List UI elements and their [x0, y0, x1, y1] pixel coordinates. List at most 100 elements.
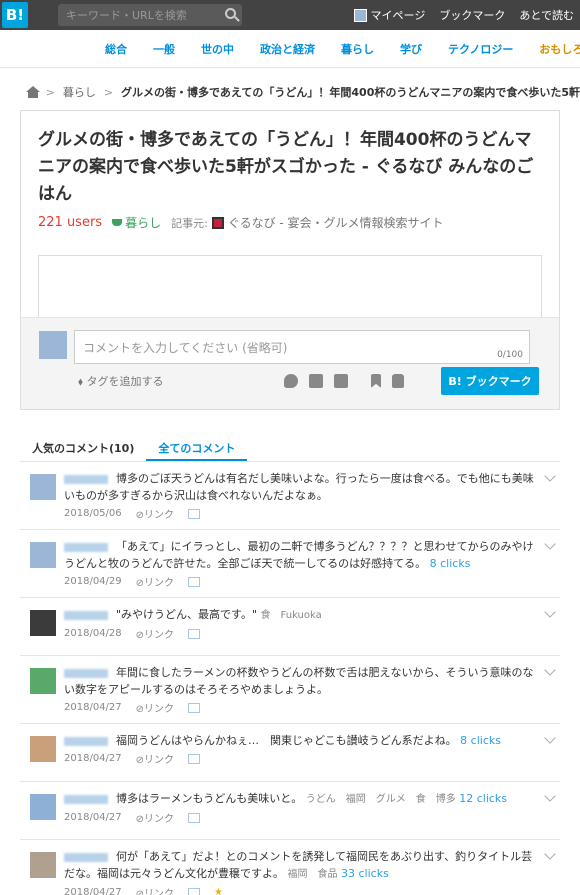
tweet-clicks[interactable]: 33 clicks [341, 867, 389, 880]
twitter-icon[interactable] [284, 374, 298, 388]
star-add-icon[interactable] [188, 753, 201, 764]
comment-link[interactable]: ⊘リンク [136, 885, 174, 895]
evernote-icon[interactable] [334, 374, 348, 388]
breadcrumb-category[interactable]: 暮らし [63, 84, 96, 100]
category-cup-icon [112, 219, 123, 226]
chevron-down-icon[interactable] [544, 470, 556, 482]
username-link[interactable] [64, 668, 108, 678]
breadcrumb: > 暮らし > グルメの街・博多であえての「うどん」！年間400杯のうどんマニア… [0, 74, 580, 110]
comment-tags[interactable]: うどん 福岡 グルメ 食 博多 [306, 794, 456, 805]
category-5[interactable]: 学び [400, 41, 422, 57]
comment-tags[interactable]: 食 Fukuoka [261, 610, 322, 621]
star-add-icon[interactable] [188, 702, 201, 713]
comment-date[interactable]: 2018/04/27 [64, 887, 122, 895]
comment-footer: 2018/04/27 ⊘リンク ★ [64, 885, 536, 895]
home-icon[interactable] [26, 86, 40, 98]
star-icon: ★ [214, 887, 223, 895]
chevron-down-icon[interactable] [544, 538, 556, 550]
char-counter: 0/100 [497, 350, 523, 360]
star-add-icon[interactable] [188, 812, 201, 823]
comment-item: 博多はラーメンもうどんも美味いと。 うどん 福岡 グルメ 食 博多 12 cli… [20, 782, 560, 840]
chevron-down-icon[interactable] [544, 732, 556, 744]
category-4[interactable]: 暮らし [341, 41, 374, 57]
add-tag-button[interactable]: ⬧ タグを追加する [78, 373, 163, 389]
category-7[interactable]: おもしろ [539, 41, 580, 57]
search-icon[interactable] [225, 8, 236, 19]
commenter-avatar[interactable] [30, 794, 56, 820]
facebook-icon[interactable] [309, 374, 323, 388]
username-link[interactable] [64, 542, 108, 552]
comment-item: 年間に食したラーメンの杯数やうどんの杯数で舌は肥えないから、そういう意味のない数… [20, 656, 560, 724]
comment-link[interactable]: ⊘リンク [136, 626, 174, 641]
comment-link[interactable]: ⊘リンク [136, 574, 174, 589]
category-3[interactable]: 政治と経済 [260, 41, 315, 57]
comment-footer: 2018/04/27 ⊘リンク [64, 810, 536, 825]
username-link[interactable] [64, 852, 108, 862]
comment-text: "みやけうどん、最高です。" 食 Fukuoka [64, 606, 536, 624]
commenter-avatar[interactable] [30, 610, 56, 636]
star-add-icon[interactable] [188, 576, 201, 587]
comment-text: 何が「あえて」だよ！とのコメントを誘発して福岡民をあぶり出す、釣りタイトル芸だな… [64, 850, 533, 880]
category-1[interactable]: 一般 [153, 41, 175, 57]
category-tag[interactable]: 暮らし [112, 214, 161, 231]
username-link[interactable] [64, 474, 108, 484]
username-link[interactable] [64, 610, 108, 620]
comment-link[interactable]: ⊘リンク [136, 751, 174, 766]
commenter-avatar[interactable] [30, 542, 56, 568]
read-later-link[interactable]: あとで読む [519, 7, 574, 23]
chevron-down-icon[interactable] [544, 848, 556, 860]
comment-text: 「あえて」にイラっとし、最初の二軒で博多うどん？？？？と思わせてからのみやけうど… [64, 540, 534, 570]
comment-date[interactable]: 2018/05/06 [64, 508, 122, 519]
comment-text: 福岡うどんはやらんかねぇ… 関東じゃどこも讃岐うどん系だよね。 8 clicks [64, 732, 536, 749]
users-count[interactable]: 221 users [38, 215, 102, 230]
star-add-icon[interactable] [188, 628, 201, 639]
tweet-clicks[interactable]: 8 clicks [460, 734, 501, 747]
comment-date[interactable]: 2018/04/29 [64, 576, 122, 587]
comment-item: 何が「あえて」だよ！とのコメントを誘発して福岡民をあぶり出す、釣りタイトル芸だな… [20, 840, 560, 895]
hatena-logo[interactable]: B! [2, 2, 28, 28]
source-link[interactable]: ぐるなび - 宴会・グルメ情報検索サイト [228, 214, 444, 231]
comment-footer: 2018/04/29 ⊘リンク [64, 574, 536, 589]
entry-title[interactable]: グルメの街・博多であえての「うどん」！年間400杯のうどんマニアの案内で食べ歩い… [21, 111, 559, 208]
commenter-avatar[interactable] [30, 736, 56, 762]
star-add-icon[interactable] [188, 887, 201, 895]
comment-item: 「あえて」にイラっとし、最初の二軒で博多うどん？？？？と思わせてからのみやけうど… [20, 530, 560, 598]
commenter-avatar[interactable] [30, 852, 56, 878]
comment-footer: 2018/04/28 ⊘リンク [64, 626, 536, 641]
comment-date[interactable]: 2018/04/27 [64, 702, 122, 713]
comment-link[interactable]: ⊘リンク [136, 810, 174, 825]
entry-meta: 221 users 暮らし 記事元: ぐるなび - 宴会・グルメ情報検索サイト [21, 208, 559, 237]
bookmark-button[interactable]: B! ブックマーク [441, 367, 539, 395]
comment-link[interactable]: ⊘リンク [136, 700, 174, 715]
comment-tags[interactable]: 福岡 食品 [288, 869, 338, 880]
category-2[interactable]: 世の中 [201, 41, 234, 57]
category-nav: 総合 一般 世の中 政治と経済 暮らし 学び テクノロジー おもしろ [0, 30, 580, 68]
tab-popular-comments[interactable]: 人気のコメント(10) [20, 436, 146, 461]
comment-date[interactable]: 2018/04/28 [64, 628, 122, 639]
comment-item: 福岡うどんはやらんかねぇ… 関東じゃどこも讃岐うどん系だよね。 8 clicks… [20, 724, 560, 782]
read-later-icon[interactable] [371, 374, 381, 388]
embed-area [38, 255, 542, 325]
chevron-down-icon[interactable] [544, 606, 556, 618]
category-6[interactable]: テクノロジー [448, 41, 513, 57]
username-link[interactable] [64, 794, 108, 804]
comment-input[interactable]: コメントを入力してください (省略可) 0/100 [74, 330, 530, 364]
tweet-clicks[interactable]: 12 clicks [459, 792, 507, 805]
chevron-down-icon[interactable] [544, 664, 556, 676]
comment-date[interactable]: 2018/04/27 [64, 753, 122, 764]
commenter-avatar[interactable] [30, 474, 56, 500]
comment-date[interactable]: 2018/04/27 [64, 812, 122, 823]
bookmark-link[interactable]: ブックマーク [439, 7, 505, 23]
mypage-link[interactable]: マイページ [353, 7, 425, 23]
username-link[interactable] [64, 736, 108, 746]
lock-icon[interactable] [392, 374, 404, 388]
chevron-down-icon[interactable] [544, 790, 556, 802]
search-input[interactable]: キーワード・URLを検索 [58, 4, 242, 26]
comment-link[interactable]: ⊘リンク [136, 506, 174, 521]
commenter-avatar[interactable] [30, 668, 56, 694]
tweet-clicks[interactable]: 8 clicks [430, 557, 471, 570]
comment-item: 博多のごぼ天うどんは有名だし美味いよな。行ったら一度は食べる。でも他にも美味いも… [20, 462, 560, 530]
tab-all-comments[interactable]: 全てのコメント [146, 436, 248, 461]
star-add-icon[interactable] [188, 508, 201, 519]
category-0[interactable]: 総合 [105, 41, 127, 57]
